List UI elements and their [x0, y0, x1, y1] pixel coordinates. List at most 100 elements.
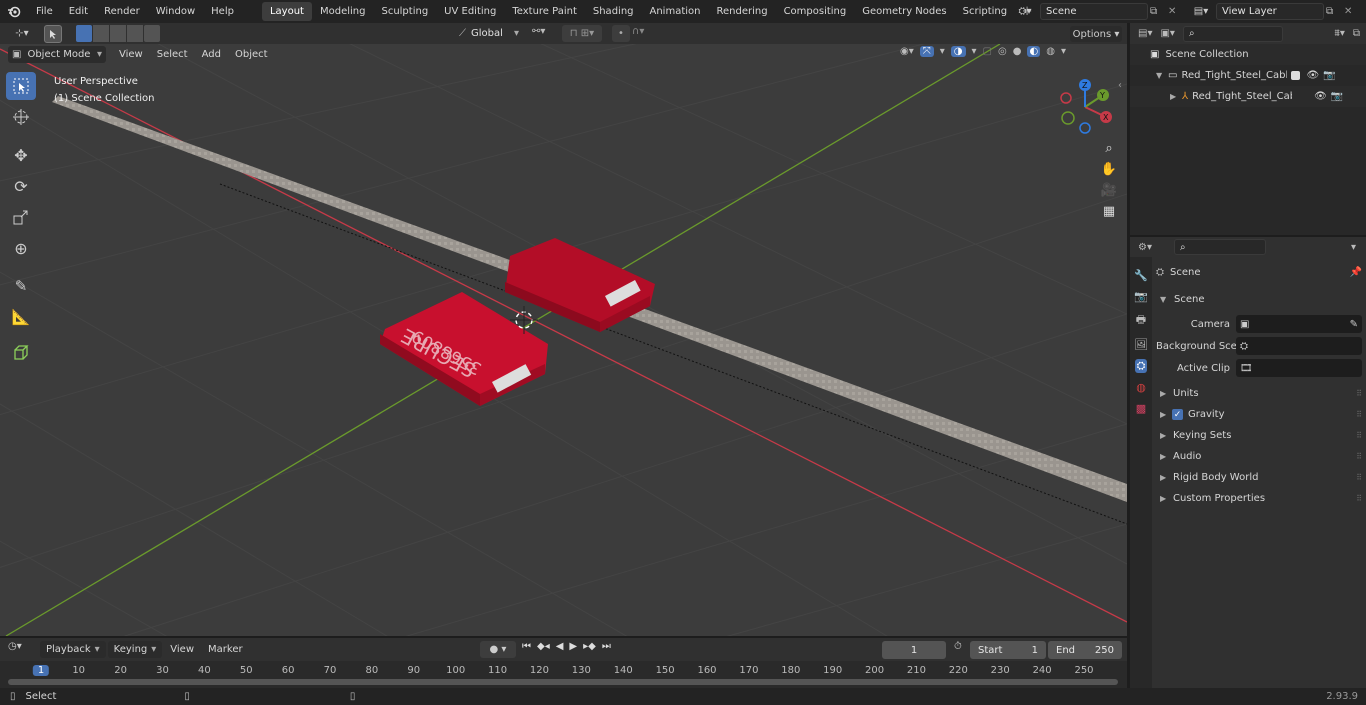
camera-restrict-icon[interactable]: 📷 — [1331, 91, 1343, 102]
object-mode-dropdown[interactable]: ▣ Object Mode ▾ — [8, 46, 106, 63]
outliner-row-collection[interactable]: ▼ ▭ Red_Tight_Steel_Cable_Seal_ 👁 📷 — [1130, 65, 1366, 86]
stopwatch-icon[interactable]: ⏱ — [954, 641, 962, 652]
scene-tab-icon[interactable]: ⛭ — [1134, 359, 1148, 373]
annotate-tool-icon[interactable]: ✎ — [6, 272, 36, 300]
eye-icon[interactable]: 👁 — [1306, 70, 1319, 81]
navigation-gizmo[interactable]: X Y Z — [1054, 76, 1116, 138]
timeline-area[interactable]: 1 10 20 30 40 50 60 70 80 90 100 110 120 130 140 150 160… — [0, 661, 1127, 688]
panel-audio[interactable]: ▶ Audio ⠿ — [1156, 446, 1362, 467]
drag-handle-icon[interactable]: ⠿ — [1356, 452, 1362, 461]
jump-keyframe-back-icon[interactable]: ◆◂ — [537, 641, 550, 652]
display-mode-icon[interactable]: ▣▾ — [1160, 28, 1174, 39]
new-collection-icon[interactable]: ⧉ — [1353, 28, 1360, 39]
drag-handle-icon[interactable]: ⠿ — [1356, 473, 1362, 482]
timeline-menu-playback[interactable]: Playback ▾ — [40, 641, 106, 658]
shading-dropdown-icon[interactable]: ▾ — [1061, 46, 1066, 57]
view-layer-tab-icon[interactable]: 🖼 — [1134, 338, 1148, 351]
scene-icon[interactable]: ⛭▾ — [1012, 2, 1038, 20]
texture-tab-icon[interactable]: ▩ — [1136, 402, 1146, 415]
tab-texture-paint[interactable]: Texture Paint — [504, 2, 585, 21]
menu-edit[interactable]: Edit — [61, 0, 96, 23]
tool-tab-icon[interactable]: 🔧 — [1134, 269, 1148, 282]
properties-editor-icon[interactable]: ⚙▾ — [1138, 242, 1152, 253]
material-shading-icon[interactable]: ◐ — [1027, 46, 1041, 57]
checkbox-icon[interactable] — [1291, 71, 1301, 80]
drag-handle-icon[interactable]: ⠿ — [1356, 494, 1362, 503]
transform-tool-icon[interactable]: ⊕ — [6, 234, 36, 262]
tab-animation[interactable]: Animation — [642, 2, 709, 21]
overlay-toggle-icon[interactable]: ◑ — [950, 46, 966, 57]
jump-keyframe-forward-icon[interactable]: ▸◆ — [583, 641, 596, 652]
ortho-grid-icon[interactable]: ▦ — [1103, 204, 1115, 219]
menu-help[interactable]: Help — [203, 0, 242, 23]
select-subtract-icon[interactable] — [110, 25, 126, 42]
outliner-row-scene-collection[interactable]: ▣ Scene Collection — [1130, 44, 1366, 65]
pivot-point-icon[interactable]: ⚯▾ — [532, 26, 545, 37]
view-layer-icon[interactable]: ▤▾ — [1188, 2, 1214, 20]
select-invert-icon[interactable] — [127, 25, 143, 42]
rotate-tool-icon[interactable]: ⟳ — [6, 172, 36, 200]
drag-handle-icon[interactable]: ⠿ — [1356, 410, 1362, 419]
properties-options-icon[interactable]: ▾ — [1351, 242, 1356, 253]
render-tab-icon[interactable]: 📷 — [1134, 290, 1148, 303]
tab-sculpting[interactable]: Sculpting — [373, 2, 436, 21]
timeline-menu-marker[interactable]: Marker — [202, 641, 249, 658]
expand-down-icon[interactable]: ▼ — [1156, 71, 1164, 80]
pan-hand-icon[interactable]: ✋ — [1101, 162, 1117, 177]
snap-toggle-icon[interactable]: ⊓ ⊞▾ — [562, 25, 602, 42]
scene-panel-header[interactable]: ▼ Scene — [1156, 289, 1362, 309]
tab-rendering[interactable]: Rendering — [708, 2, 775, 21]
panel-gravity[interactable]: ▶ ✓ Gravity ⠿ — [1156, 404, 1362, 425]
proportional-edit-icon[interactable]: • — [612, 25, 630, 42]
gizmo-toggle-icon[interactable]: ⤧ — [919, 46, 934, 57]
view-layer-field[interactable]: View Layer — [1216, 2, 1324, 20]
panel-custom-properties[interactable]: ▶ Custom Properties ⠿ — [1156, 488, 1362, 509]
options-dropdown[interactable]: Options ▾ — [1070, 26, 1122, 42]
blender-logo-icon[interactable] — [0, 0, 28, 23]
tab-compositing[interactable]: Compositing — [776, 2, 855, 21]
viewport-menu-add[interactable]: Add — [195, 49, 228, 60]
viewport-menu-select[interactable]: Select — [150, 49, 195, 60]
timeline-scrollbar[interactable] — [8, 679, 1118, 685]
expand-right-icon[interactable]: ▶ — [1170, 92, 1178, 101]
cursor-tool-icon[interactable] — [6, 103, 36, 131]
measure-tool-icon[interactable]: 📐 — [6, 303, 36, 331]
solid-shading-icon[interactable]: ● — [1013, 46, 1022, 57]
eyedropper-icon[interactable]: ✎ — [1350, 319, 1358, 330]
filter-icon[interactable]: ⩩▾ — [1334, 28, 1344, 39]
sidebar-toggle-icon[interactable]: ‹ — [1118, 80, 1122, 91]
select-new-icon[interactable] — [76, 25, 92, 42]
new-scene-icon[interactable]: ⧉ — [1150, 6, 1166, 17]
current-frame-marker[interactable]: 1 — [32, 665, 50, 676]
timeline-menu-keying[interactable]: Keying ▾ — [107, 641, 163, 658]
timeline-menu-view[interactable]: View — [164, 641, 200, 658]
outliner-row-object[interactable]: ▶ ⅄ Red_Tight_Steel_Cable_S 👁 📷 — [1130, 86, 1366, 107]
visibility-icon[interactable]: ◉▾ — [900, 46, 914, 57]
cursor-tool-icon[interactable] — [44, 25, 62, 43]
zoom-icon[interactable]: ⌕ — [1105, 141, 1112, 156]
camera-restrict-icon[interactable]: 📷 — [1323, 70, 1335, 81]
gizmo-dropdown-icon[interactable]: ▾ — [940, 46, 945, 57]
viewport-scene[interactable]: SECURE 3568809 — [0, 44, 1127, 636]
tab-uv-editing[interactable]: UV Editing — [436, 2, 504, 21]
delete-view-layer-icon[interactable]: ✕ — [1344, 6, 1358, 17]
panel-units[interactable]: ▶ Units ⠿ — [1156, 383, 1362, 404]
outliner-search-input[interactable]: ⌕ — [1182, 25, 1283, 42]
transform-orientation-dropdown[interactable]: ⟋ Global ▾ — [454, 25, 524, 42]
scene-name-field[interactable]: Scene — [1040, 2, 1148, 20]
start-frame-field[interactable]: Start 1 — [970, 641, 1046, 659]
viewport-menu-view[interactable]: View — [112, 49, 150, 60]
add-cube-tool-icon[interactable] — [6, 339, 36, 367]
field-input[interactable]: ⛭ — [1236, 337, 1362, 355]
tab-geometry-nodes[interactable]: Geometry Nodes — [854, 2, 954, 21]
field-input[interactable]: 🎞 — [1236, 359, 1362, 377]
tab-modeling[interactable]: Modeling — [312, 2, 374, 21]
eye-icon[interactable]: 👁 — [1314, 91, 1327, 102]
timeline-editor-icon[interactable]: ◷▾ — [8, 641, 22, 652]
field-input[interactable]: ▣ ✎ — [1236, 315, 1362, 333]
jump-start-icon[interactable]: ⏮ — [522, 641, 531, 652]
wireframe-shading-icon[interactable]: ◎ — [998, 46, 1007, 57]
play-reverse-icon[interactable]: ◀ — [556, 641, 564, 652]
select-box-tool-icon[interactable] — [6, 72, 36, 100]
tab-shading[interactable]: Shading — [585, 2, 642, 21]
